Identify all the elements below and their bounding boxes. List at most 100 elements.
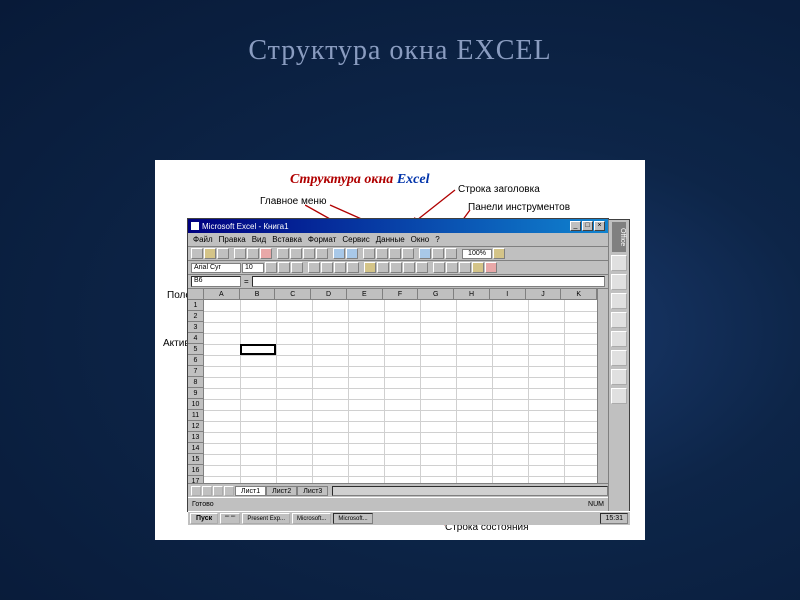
menu-file[interactable]: Файл — [193, 235, 213, 244]
minimize-button[interactable]: _ — [570, 221, 581, 231]
row-header[interactable]: 11 — [188, 410, 203, 421]
row-header[interactable]: 12 — [188, 421, 203, 432]
zoom-combo[interactable]: 100% — [462, 249, 492, 259]
office-shortcut-icon[interactable] — [611, 274, 627, 290]
row-header[interactable]: 15 — [188, 454, 203, 465]
spellcheck-button[interactable] — [260, 248, 272, 259]
row-header[interactable]: 4 — [188, 333, 203, 344]
percent-button[interactable] — [377, 262, 389, 273]
inc-decimal-button[interactable] — [403, 262, 415, 273]
vertical-scrollbar[interactable] — [597, 289, 608, 483]
cells[interactable] — [204, 300, 597, 483]
menu-data[interactable]: Данные — [376, 235, 405, 244]
menu-format[interactable]: Формат — [308, 235, 336, 244]
start-button[interactable]: Пуск — [190, 513, 218, 524]
close-button[interactable]: × — [594, 221, 605, 231]
row-header[interactable]: 16 — [188, 465, 203, 476]
col-header[interactable]: H — [454, 289, 490, 299]
office-shortcut-icon[interactable] — [611, 331, 627, 347]
row-header[interactable]: 9 — [188, 388, 203, 399]
dec-decimal-button[interactable] — [416, 262, 428, 273]
menu-window[interactable]: Окно — [411, 235, 430, 244]
map-button[interactable] — [432, 248, 444, 259]
autosum-button[interactable] — [363, 248, 375, 259]
save-button-tb[interactable] — [217, 248, 229, 259]
format-painter-button[interactable] — [316, 248, 328, 259]
undo-button[interactable] — [333, 248, 345, 259]
font-size-combo[interactable]: 10 — [242, 263, 264, 273]
row-header[interactable]: 5 — [188, 344, 203, 355]
active-cell[interactable] — [240, 344, 276, 355]
col-header[interactable]: G — [418, 289, 454, 299]
cut-button[interactable] — [277, 248, 289, 259]
open-button[interactable] — [204, 248, 216, 259]
select-all-corner[interactable] — [188, 289, 203, 300]
chart-button[interactable] — [419, 248, 431, 259]
col-header[interactable]: D — [311, 289, 347, 299]
col-header[interactable]: J — [526, 289, 562, 299]
inc-indent-button[interactable] — [446, 262, 458, 273]
row-header[interactable]: 1 — [188, 300, 203, 311]
fill-color-button[interactable] — [472, 262, 484, 273]
col-header[interactable]: B — [240, 289, 276, 299]
col-header[interactable]: A — [204, 289, 240, 299]
paste-button[interactable] — [303, 248, 315, 259]
tab-nav-prev[interactable] — [202, 486, 212, 496]
col-header[interactable]: I — [490, 289, 526, 299]
print-button[interactable] — [234, 248, 246, 259]
col-header[interactable]: F — [383, 289, 419, 299]
office-shortcut-icon[interactable] — [611, 388, 627, 404]
office-shortcut-icon[interactable] — [611, 350, 627, 366]
function-button[interactable] — [376, 248, 388, 259]
row-header[interactable]: 13 — [188, 432, 203, 443]
comma-button[interactable] — [390, 262, 402, 273]
borders-button[interactable] — [459, 262, 471, 273]
menu-insert[interactable]: Вставка — [272, 235, 302, 244]
help-button[interactable] — [493, 248, 505, 259]
horizontal-scrollbar[interactable] — [332, 486, 608, 496]
system-tray-clock[interactable]: 15:31 — [600, 513, 628, 524]
sheet-tab-2[interactable]: Лист2 — [266, 486, 297, 496]
redo-button[interactable] — [346, 248, 358, 259]
drawing-button[interactable] — [445, 248, 457, 259]
row-header[interactable]: 2 — [188, 311, 203, 322]
bold-button[interactable] — [265, 262, 277, 273]
taskbar-item[interactable]: Microsoft... — [292, 513, 331, 524]
menu-help[interactable]: ? — [435, 235, 439, 244]
row-header[interactable]: 14 — [188, 443, 203, 454]
currency-button[interactable] — [364, 262, 376, 273]
office-shortcut-icon[interactable] — [611, 369, 627, 385]
align-right-button[interactable] — [334, 262, 346, 273]
font-name-combo[interactable]: Arial Cyr — [191, 263, 241, 273]
sort-asc-button[interactable] — [389, 248, 401, 259]
office-shortcut-icon[interactable] — [611, 255, 627, 271]
row-header[interactable]: 7 — [188, 366, 203, 377]
formula-input[interactable] — [252, 276, 605, 287]
tab-nav-next[interactable] — [213, 486, 223, 496]
col-header[interactable]: C — [275, 289, 311, 299]
maximize-button[interactable]: □ — [582, 221, 593, 231]
col-header[interactable]: E — [347, 289, 383, 299]
sort-desc-button[interactable] — [402, 248, 414, 259]
col-header[interactable]: K — [561, 289, 597, 299]
office-shortcut-icon[interactable] — [611, 312, 627, 328]
name-box[interactable]: B6 — [191, 276, 241, 287]
sheet-tab-3[interactable]: Лист3 — [297, 486, 328, 496]
taskbar-item[interactable]: Present Exp... — [242, 513, 290, 524]
dec-indent-button[interactable] — [433, 262, 445, 273]
row-header[interactable]: 3 — [188, 322, 203, 333]
merge-center-button[interactable] — [347, 262, 359, 273]
row-header[interactable]: 6 — [188, 355, 203, 366]
tab-nav-last[interactable] — [224, 486, 234, 496]
row-header[interactable]: 10 — [188, 399, 203, 410]
row-header[interactable]: 8 — [188, 377, 203, 388]
preview-button[interactable] — [247, 248, 259, 259]
office-shortcut-icon[interactable] — [611, 293, 627, 309]
menu-view[interactable]: Вид — [252, 235, 266, 244]
underline-button[interactable] — [291, 262, 303, 273]
copy-button[interactable] — [290, 248, 302, 259]
new-button[interactable] — [191, 248, 203, 259]
taskbar-item[interactable]: "" "" — [220, 513, 240, 524]
italic-button[interactable] — [278, 262, 290, 273]
titlebar[interactable]: Microsoft Excel - Книга1 _ □ × — [188, 219, 608, 233]
